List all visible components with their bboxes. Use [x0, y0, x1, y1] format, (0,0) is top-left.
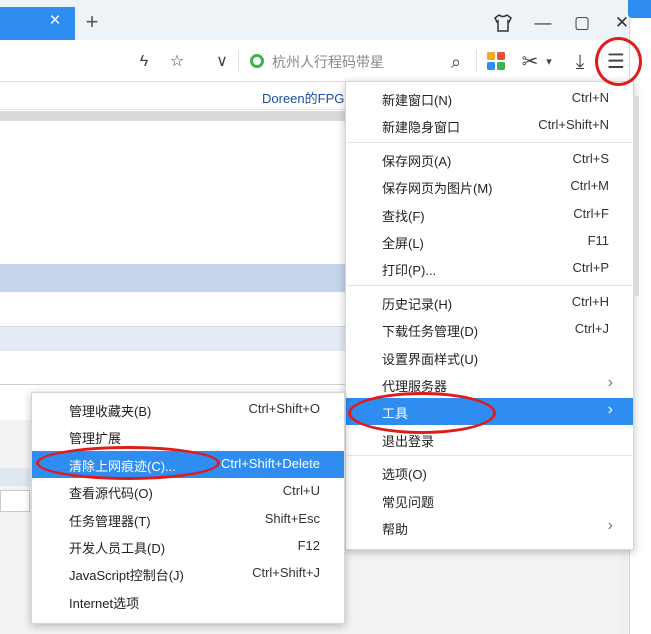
menu-item-label: 常见问题	[382, 494, 435, 510]
menu-item-2-1[interactable]: 下载任务管理(D) Ctrl+J	[346, 316, 633, 343]
menu-item-shortcut: Ctrl+M	[570, 178, 609, 194]
apps-icon[interactable]	[486, 51, 506, 71]
menu-item-shortcut: Ctrl+S	[572, 150, 609, 166]
menu-item-1-4[interactable]: 打印(P)... Ctrl+P	[346, 255, 633, 282]
maximize-button[interactable]: ▢	[569, 10, 595, 36]
menu-item-1-0[interactable]: 保存网页(A) Ctrl+S	[346, 146, 633, 173]
menu-item-2-2[interactable]: 设置界面样式(U)	[346, 344, 633, 371]
tools-item-label: JavaScript控制台(J)	[69, 568, 184, 584]
menu-item-3-2[interactable]: 帮助 ›	[346, 514, 633, 541]
star-icon[interactable]: ☆	[165, 50, 189, 74]
tools-item-shortcut: F12	[297, 538, 320, 553]
menu-item-2-0[interactable]: 历史记录(H) Ctrl+H	[346, 289, 633, 316]
menu-item-1-3[interactable]: 全屏(L) F11	[346, 228, 633, 255]
menu-separator	[347, 284, 632, 286]
tools-item-1[interactable]: 管理扩展	[32, 423, 344, 450]
menu-item-label: 新建窗口(N)	[382, 93, 453, 108]
annotation-circle-tools	[348, 392, 496, 434]
tools-item-shortcut: Ctrl+Shift+J	[252, 565, 320, 581]
new-tab-button[interactable]: +	[80, 10, 104, 34]
main-menu: 新建窗口(N) Ctrl+N 新建隐身窗口 Ctrl+Shift+N 保存网页(A) Ct…	[345, 81, 634, 550]
menu-item-label: 历史记录(H)	[382, 296, 453, 312]
tools-item-shortcut: Ctrl+Shift+O	[248, 401, 320, 416]
tools-item-4[interactable]: 任务管理器(T) Shift+Esc	[32, 506, 344, 533]
tools-item-label: 管理扩展	[69, 431, 122, 447]
menu-item-shortcut: Ctrl+P	[572, 260, 609, 276]
menu-scrollbar[interactable]	[633, 96, 639, 296]
tools-submenu: 管理收藏夹(B) Ctrl+Shift+O 管理扩展 清除上网痕迹(C)... Ctrl…	[31, 392, 345, 624]
tools-item-label: Internet选项	[69, 595, 140, 611]
menu-item-label: 设置界面样式(U)	[382, 351, 479, 367]
menu-item-3-1[interactable]: 常见问题	[346, 487, 633, 514]
tools-item-7[interactable]: Internet选项	[32, 588, 344, 615]
menu-item-0-0[interactable]: 新建窗口(N) Ctrl+N	[346, 85, 633, 112]
lightning-icon[interactable]: ϟ	[132, 50, 156, 74]
menu-item-label: 新建隐身窗口	[382, 120, 461, 136]
tools-item-0[interactable]: 管理收藏夹(B) Ctrl+Shift+O	[32, 396, 344, 423]
chevron-down-icon[interactable]: ▾	[542, 50, 556, 74]
menu-item-0-1[interactable]: 新建隐身窗口 Ctrl+Shift+N	[346, 112, 633, 139]
chevron-right-icon: ›	[607, 374, 613, 391]
tools-item-shortcut: Ctrl+Shift+Delete	[221, 455, 320, 471]
tools-item-label: 查看源代码(O)	[69, 486, 153, 502]
window-edge	[628, 0, 651, 18]
scissors-icon[interactable]: ✂	[518, 50, 542, 74]
download-icon[interactable]: ⤓	[568, 50, 592, 74]
menu-item-label: 保存网页为图片(M)	[382, 181, 493, 197]
menu-item-label: 下载任务管理(D)	[382, 324, 479, 340]
menu-item-shortcut: Ctrl+Shift+N	[538, 117, 609, 133]
annotation-circle-menu	[595, 37, 642, 86]
tools-item-5[interactable]: 开发人员工具(D) F12	[32, 533, 344, 560]
tools-item-label: 管理收藏夹(B)	[69, 404, 152, 419]
menu-item-label: 打印(P)...	[382, 263, 437, 279]
tools-item-3[interactable]: 查看源代码(O) Ctrl+U	[32, 478, 344, 505]
menu-item-label: 保存网页(A)	[382, 153, 452, 169]
menu-item-shortcut: Ctrl+J	[574, 321, 609, 337]
search-icon[interactable]: ⌕	[444, 50, 468, 74]
minimize-button[interactable]: —	[530, 10, 556, 36]
tools-item-shortcut: Ctrl+U	[282, 483, 320, 499]
menu-item-label: 帮助	[382, 522, 409, 537]
menu-separator	[347, 141, 632, 143]
tools-item-label: 任务管理器(T)	[69, 513, 151, 529]
chevron-right-icon: ›	[607, 401, 613, 419]
chevron-right-icon: ›	[607, 517, 613, 534]
tools-item-label: 开发人员工具(D)	[69, 541, 166, 556]
menu-item-shortcut: Ctrl+N	[571, 90, 609, 105]
search-input-text: 杭州人行程码带星	[272, 54, 384, 70]
chevron-down-icon[interactable]: ∨	[210, 50, 234, 74]
menu-item-shortcut: Ctrl+H	[571, 293, 609, 309]
menu-item-3-0[interactable]: 选项(O)	[346, 459, 633, 486]
menu-item-shortcut: Ctrl+F	[573, 205, 609, 221]
tools-item-shortcut: Shift+Esc	[264, 510, 320, 526]
page-field	[0, 490, 30, 512]
menu-item-1-2[interactable]: 查找(F) Ctrl+F	[346, 201, 633, 228]
menu-item-shortcut: F11	[587, 233, 609, 248]
divider	[476, 50, 477, 72]
divider	[238, 50, 239, 72]
shirt-icon[interactable]	[490, 10, 516, 36]
menu-item-label: 全屏(L)	[382, 236, 424, 251]
menu-separator	[347, 455, 632, 457]
tab-close-icon[interactable]: ×	[44, 10, 66, 32]
page-icon-strip	[0, 468, 30, 486]
annotation-circle-clear	[36, 446, 220, 480]
menu-item-label: 选项(O)	[382, 467, 427, 483]
menu-item-label: 查找(F)	[382, 208, 425, 224]
bookmark-item[interactable]: Doreen的FPG	[262, 88, 344, 107]
search-engine-icon	[250, 54, 264, 68]
tools-item-6[interactable]: JavaScript控制台(J) Ctrl+Shift+J	[32, 560, 344, 587]
menu-item-1-1[interactable]: 保存网页为图片(M) Ctrl+M	[346, 173, 633, 200]
